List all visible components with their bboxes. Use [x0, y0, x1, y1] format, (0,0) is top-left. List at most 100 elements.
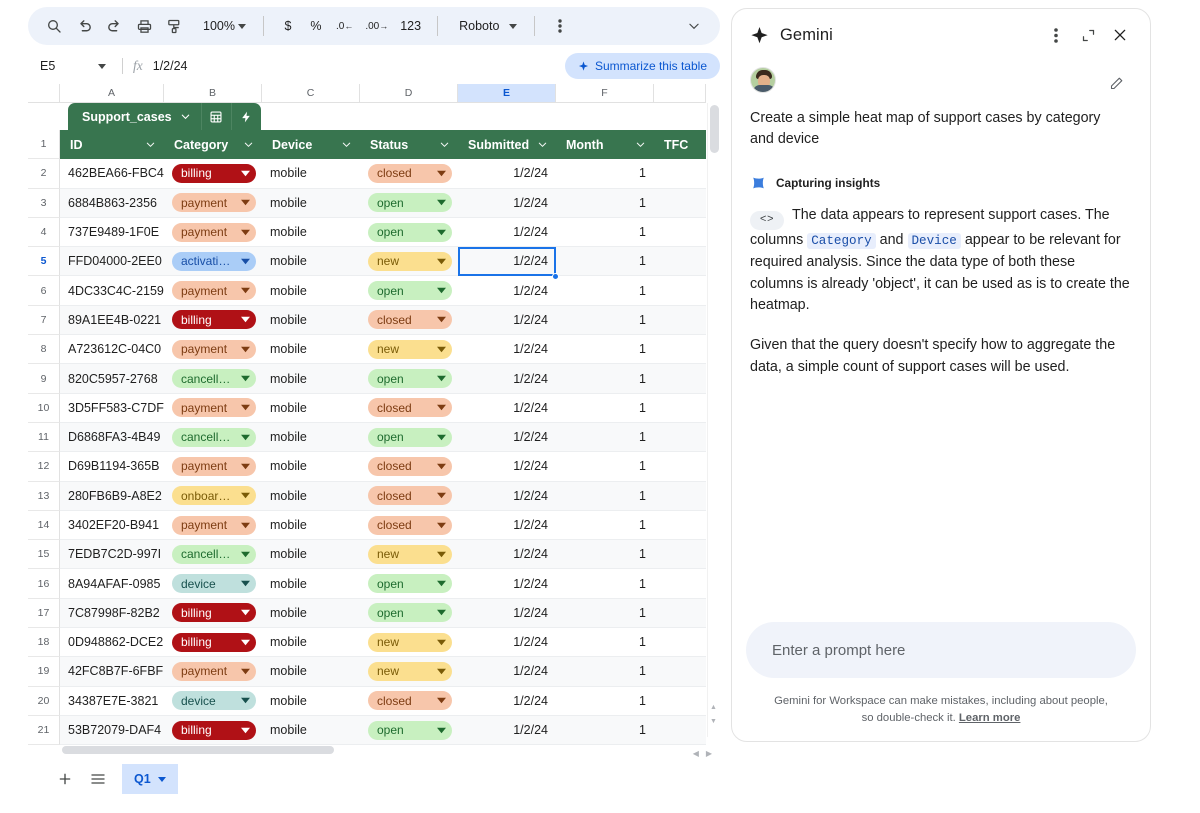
more-options-icon[interactable] — [546, 12, 574, 40]
cell-id[interactable]: FFD04000-2EE0 — [60, 247, 164, 276]
table-row[interactable]: 2034387E7E-3821devicemobileclosed1/2/241 — [28, 687, 720, 716]
table-row[interactable]: 143402EF20-B941paymentmobileclosed1/2/24… — [28, 511, 720, 540]
cell-tfc[interactable] — [654, 306, 706, 335]
row-number[interactable]: 21 — [28, 716, 60, 745]
cell-category[interactable]: payment — [164, 218, 262, 247]
cell-submitted[interactable]: 1/2/24 — [458, 218, 556, 247]
cell-device[interactable]: mobile — [262, 364, 360, 393]
cell-device[interactable]: mobile — [262, 628, 360, 657]
table-column-header-id[interactable]: ID — [60, 130, 164, 159]
chevron-down-icon[interactable] — [158, 777, 166, 782]
table-row[interactable]: 103D5FF583-C7DFpaymentmobileclosed1/2/24… — [28, 394, 720, 423]
column-header-c[interactable]: C — [262, 84, 360, 103]
cell-device[interactable]: mobile — [262, 189, 360, 218]
cell-month[interactable]: 1 — [556, 511, 654, 540]
column-header-e[interactable]: E — [458, 84, 556, 103]
category-chip[interactable]: payment — [172, 193, 256, 212]
cell-id[interactable]: D69B1194-365B — [60, 452, 164, 481]
category-chip[interactable]: device — [172, 574, 256, 593]
sheet-tab-q1[interactable]: Q1 — [122, 764, 178, 794]
column-header-f[interactable]: F — [556, 84, 654, 103]
cell-month[interactable]: 1 — [556, 716, 654, 745]
name-box[interactable]: E5 — [28, 54, 112, 78]
status-chip[interactable]: new — [368, 633, 452, 652]
cell-submitted[interactable]: 1/2/24 — [458, 189, 556, 218]
table-row[interactable]: 789A1EE4B-0221billingmobileclosed1/2/241 — [28, 306, 720, 335]
number-format-button[interactable]: 123 — [395, 13, 426, 39]
row-number[interactable]: 18 — [28, 628, 60, 657]
all-sheets-button[interactable] — [83, 764, 113, 794]
table-row[interactable]: 180D948862-DCE2billingmobilenew1/2/241 — [28, 628, 720, 657]
cell-tfc[interactable] — [654, 452, 706, 481]
select-all-corner[interactable] — [28, 84, 60, 103]
cell-id[interactable]: 42FC8B7F-6FBF — [60, 657, 164, 686]
cell-category[interactable]: billing — [164, 159, 262, 188]
cell-category[interactable]: cancell… — [164, 423, 262, 452]
formula-input[interactable]: 1/2/24 — [153, 59, 188, 73]
cell-status[interactable]: open — [360, 189, 458, 218]
category-chip[interactable]: cancell… — [172, 545, 256, 564]
cell-month[interactable]: 1 — [556, 159, 654, 188]
status-chip[interactable]: new — [368, 662, 452, 681]
cell-device[interactable]: mobile — [262, 218, 360, 247]
cell-id[interactable]: 0D948862-DCE2 — [60, 628, 164, 657]
cell-month[interactable]: 1 — [556, 599, 654, 628]
cell-id[interactable]: 7C87998F-82B2 — [60, 599, 164, 628]
chevron-down-icon[interactable] — [145, 139, 156, 150]
cell-device[interactable]: mobile — [262, 423, 360, 452]
fill-handle[interactable] — [552, 273, 559, 280]
category-chip[interactable]: activati… — [172, 252, 256, 271]
category-chip[interactable]: cancell… — [172, 369, 256, 388]
cell-submitted[interactable]: 1/2/24 — [458, 247, 556, 276]
cell-category[interactable]: payment — [164, 452, 262, 481]
cell-device[interactable]: mobile — [262, 276, 360, 305]
cell-submitted[interactable]: 1/2/24 — [458, 364, 556, 393]
cell-status[interactable]: closed — [360, 394, 458, 423]
row-number[interactable]: 2 — [28, 159, 60, 188]
percent-format-button[interactable]: % — [303, 13, 329, 39]
cell-tfc[interactable] — [654, 218, 706, 247]
cell-submitted[interactable]: 1/2/24 — [458, 657, 556, 686]
status-chip[interactable]: closed — [368, 398, 452, 417]
row-number[interactable]: 3 — [28, 189, 60, 218]
redo-icon[interactable] — [100, 12, 128, 40]
currency-format-button[interactable]: $ — [275, 13, 301, 39]
cell-month[interactable]: 1 — [556, 452, 654, 481]
cell-month[interactable]: 1 — [556, 482, 654, 511]
more-vert-icon[interactable] — [1040, 19, 1072, 51]
row-number[interactable]: 10 — [28, 394, 60, 423]
cell-id[interactable]: 3D5FF583-C7DF — [60, 394, 164, 423]
cell-month[interactable]: 1 — [556, 218, 654, 247]
status-chip[interactable]: closed — [368, 691, 452, 710]
row-number[interactable]: 13 — [28, 482, 60, 511]
prompt-input[interactable]: Enter a prompt here — [746, 622, 1136, 678]
row-number[interactable]: 8 — [28, 335, 60, 364]
status-chip[interactable]: closed — [368, 164, 452, 183]
row-number[interactable]: 14 — [28, 511, 60, 540]
cell-tfc[interactable] — [654, 628, 706, 657]
cell-tfc[interactable] — [654, 716, 706, 745]
cell-device[interactable]: mobile — [262, 511, 360, 540]
cell-category[interactable]: billing — [164, 306, 262, 335]
cell-submitted[interactable]: 1/2/24 — [458, 423, 556, 452]
cell-submitted[interactable]: 1/2/24 — [458, 687, 556, 716]
category-chip[interactable]: payment — [172, 516, 256, 535]
cell-id[interactable]: 3402EF20-B941 — [60, 511, 164, 540]
cell-category[interactable]: payment — [164, 335, 262, 364]
table-row[interactable]: 168A94AFAF-0985devicemobileopen1/2/241 — [28, 569, 720, 598]
cell-status[interactable]: new — [360, 657, 458, 686]
cell-submitted[interactable]: 1/2/24 — [458, 335, 556, 364]
cell-month[interactable]: 1 — [556, 189, 654, 218]
cell-tfc[interactable] — [654, 657, 706, 686]
category-chip[interactable]: payment — [172, 662, 256, 681]
cell-id[interactable]: 53B72079-DAF4 — [60, 716, 164, 745]
status-chip[interactable]: closed — [368, 457, 452, 476]
cell-device[interactable]: mobile — [262, 335, 360, 364]
cell-category[interactable]: activati… — [164, 247, 262, 276]
category-chip[interactable]: payment — [172, 340, 256, 359]
table-row[interactable]: 2153B72079-DAF4billingmobileopen1/2/241 — [28, 716, 720, 745]
cell-id[interactable]: 4DC33C4C-2159 — [60, 276, 164, 305]
cell-category[interactable]: billing — [164, 599, 262, 628]
cell-category[interactable]: payment — [164, 511, 262, 540]
cell-tfc[interactable] — [654, 364, 706, 393]
